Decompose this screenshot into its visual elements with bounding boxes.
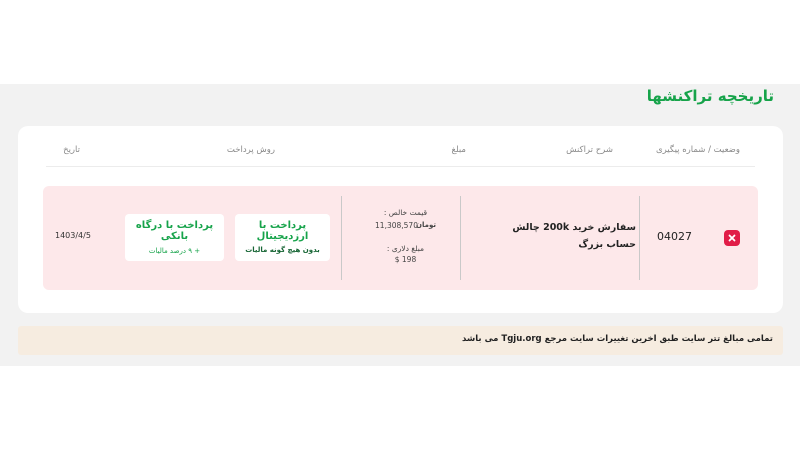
table-header: وضعیت / شماره پیگیری شرح تراکنش مبلغ روش… bbox=[18, 126, 783, 166]
notice-banner: تمامی مبالغ تتر سایت طبق اخرین تغییرات س… bbox=[18, 326, 783, 355]
transaction-date: 1403/4/5 bbox=[55, 231, 91, 240]
net-price-value: 11,308,570 bbox=[375, 221, 418, 230]
dollar-label: مبلغ دلاری : bbox=[386, 244, 425, 253]
page-title: تاریخچه تراکنشها bbox=[646, 87, 774, 105]
net-price-line: تومان 11,308,570 bbox=[368, 221, 443, 230]
tracking-number: 04027 bbox=[657, 230, 692, 243]
header-payment-method: روش پرداخت bbox=[226, 145, 275, 155]
pay-crypto-button[interactable]: پرداخت با ارزدیجیتال بدون هیچ گونه مالیا… bbox=[235, 214, 330, 261]
column-divider bbox=[639, 196, 640, 280]
pay-crypto-subtitle: بدون هیچ گونه مالیات bbox=[245, 246, 320, 254]
header-date: تاریخ bbox=[63, 145, 80, 155]
header-amount: مبلغ bbox=[451, 145, 466, 155]
header-description: شرح تراکنش bbox=[566, 145, 613, 155]
close-icon bbox=[728, 234, 736, 242]
column-divider bbox=[341, 196, 342, 280]
pay-bank-subtitle: + ۹ درصد مالیات bbox=[148, 247, 201, 255]
currency-unit: تومان bbox=[416, 221, 436, 229]
cancel-status-button[interactable] bbox=[724, 230, 740, 246]
table-row: 04027 سفارش خرید 200k چالش حساب بزرگ قیم… bbox=[43, 186, 758, 290]
header-divider bbox=[46, 166, 755, 167]
header-status: وضعیت / شماره پیگیری bbox=[655, 145, 740, 155]
notice-text: تمامی مبالغ تتر سایت طبق اخرین تغییرات س… bbox=[461, 334, 773, 344]
pay-bank-gateway-button[interactable]: پرداخت با درگاه بانکی + ۹ درصد مالیات bbox=[125, 214, 224, 261]
pay-crypto-title: پرداخت با ارزدیجیتال bbox=[256, 220, 309, 242]
amount-cell: قیمت خالص : تومان 11,308,570 مبلغ دلاری … bbox=[368, 208, 443, 264]
pay-bank-title: پرداخت با درگاه بانکی bbox=[135, 220, 214, 242]
transaction-description: سفارش خرید 200k چالش حساب بزرگ bbox=[512, 222, 636, 250]
dollar-value: $ 198 bbox=[394, 255, 417, 264]
transactions-card: وضعیت / شماره پیگیری شرح تراکنش مبلغ روش… bbox=[18, 126, 783, 313]
column-divider bbox=[460, 196, 461, 280]
net-price-label: قیمت خالص : bbox=[383, 208, 428, 217]
